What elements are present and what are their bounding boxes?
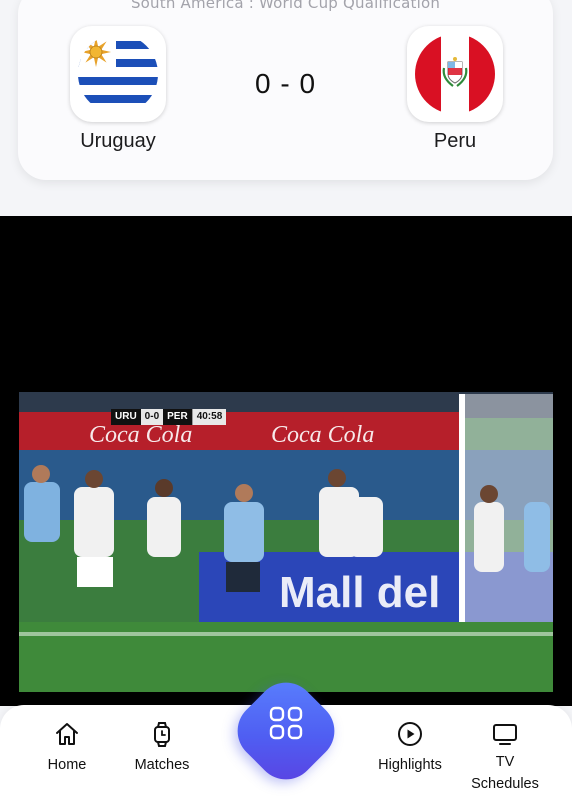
- svg-text:Coca Cola: Coca Cola: [89, 422, 192, 448]
- peru-flag-icon: [415, 34, 495, 114]
- grid-icon[interactable]: [268, 705, 304, 741]
- video-player[interactable]: Mall del Coca Cola Coca Cola URU 0-0 PER…: [0, 216, 572, 706]
- nav-home-label: Home: [47, 757, 87, 773]
- away-team-flag[interactable]: [407, 26, 503, 122]
- nav-highlights-label: Highlights: [378, 757, 442, 773]
- tv-icon: [493, 724, 517, 745]
- match-header: South America : World Cup Qualification: [0, 0, 572, 216]
- nav-home[interactable]: Home: [17, 721, 117, 773]
- watch-icon: [154, 722, 170, 747]
- nav-tv-label-line2: Schedules: [471, 776, 539, 792]
- svg-text:Coca Cola: Coca Cola: [271, 422, 374, 448]
- match-footage-image: Mall del Coca Cola Coca Cola: [19, 392, 553, 692]
- play-circle-icon: [398, 722, 422, 746]
- scorebug: URU 0-0 PER 40:58: [111, 409, 227, 425]
- nav-highlights[interactable]: Highlights: [360, 721, 460, 773]
- home-icon: [56, 723, 78, 745]
- competition-title: South America : World Cup Qualification: [130, 0, 441, 12]
- nav-matches-label: Matches: [134, 757, 190, 773]
- match-card[interactable]: South America : World Cup Qualification: [18, 0, 553, 180]
- video-frame[interactable]: Mall del Coca Cola Coca Cola URU 0-0 PER…: [19, 392, 553, 692]
- nav-tv-schedules[interactable]: TV Schedules: [455, 721, 555, 795]
- home-team-name[interactable]: Uruguay: [48, 130, 188, 153]
- scorebug-time: 40:58: [191, 409, 227, 425]
- nav-matches[interactable]: Matches: [112, 721, 212, 773]
- scorebug-score: 0-0: [140, 409, 164, 425]
- away-team-name[interactable]: Peru: [385, 130, 525, 153]
- nav-tv-label-line1: TV: [495, 754, 515, 770]
- svg-text:Mall del: Mall del: [279, 568, 440, 617]
- scorebug-home: URU: [111, 409, 141, 425]
- scorebug-away: PER: [163, 409, 192, 425]
